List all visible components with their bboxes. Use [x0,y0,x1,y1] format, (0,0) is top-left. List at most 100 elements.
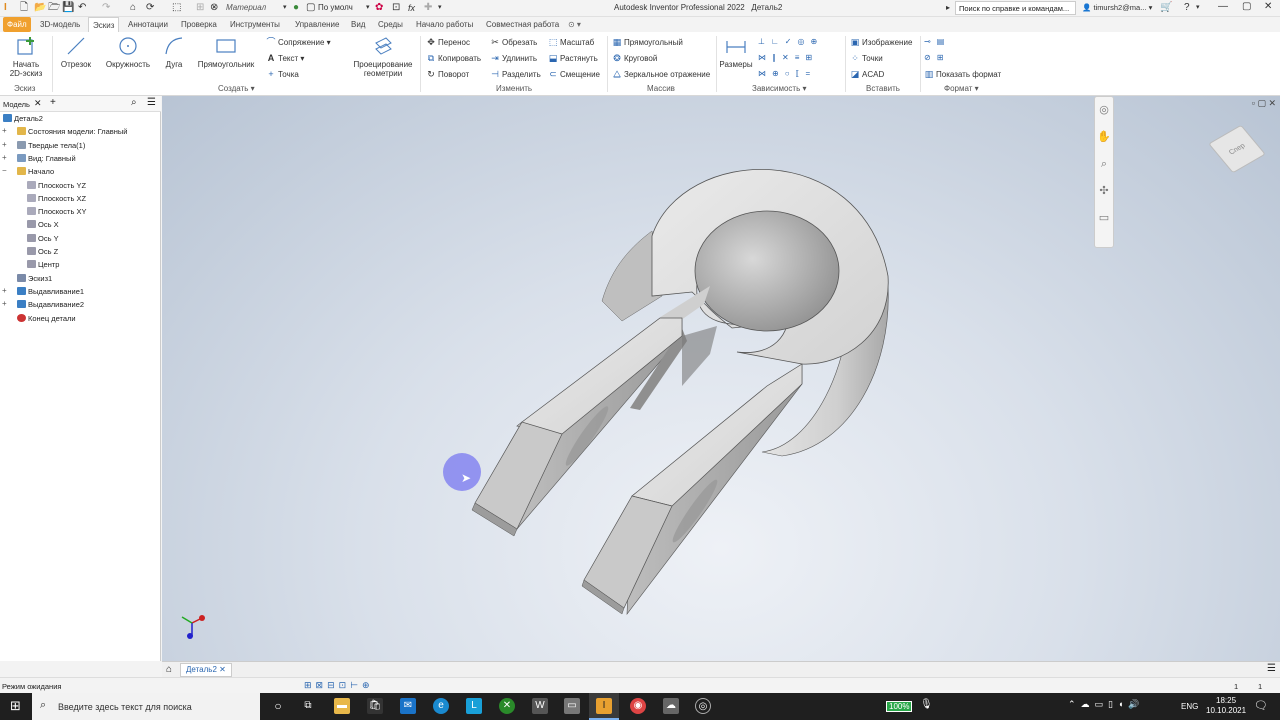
clock[interactable]: 18:25 10.10.2021 [1206,696,1246,716]
home-icon[interactable]: ⌂ [166,664,172,675]
minimize-icon[interactable]: — [1218,1,1228,12]
browser-item[interactable]: Плоскость YZ [27,180,86,191]
inventor-logo-icon[interactable]: I [4,2,7,14]
appearance-dropdown[interactable]: По умолч [318,3,353,12]
taskbar-search-box[interactable]: ⌕ Введите здесь текст для поиска [32,693,260,720]
expand-toggle-icon[interactable]: + [2,286,7,295]
redo-icon[interactable]: ↷ [102,2,110,14]
view-cube-face[interactable]: Спер [1208,124,1266,174]
browser-item[interactable]: Состояния модели: Главный [17,127,128,137]
browser-item[interactable]: Центр [27,260,59,270]
sketch-status-tools[interactable]: ⊞⊠⊟⊡⊢⊕ [304,680,374,691]
panel-label-format[interactable]: Формат ▾ [944,84,979,93]
rectangular-pattern-button[interactable]: ▦ Прямоугольный [612,37,683,48]
home-icon[interactable]: ⌂ [130,2,136,14]
browser-item[interactable]: Ось X [27,220,59,230]
open-file-icon[interactable]: 📂 [34,2,46,14]
chevron-down-icon[interactable]: ▾ [1196,2,1200,14]
tab-file[interactable]: Файл [3,17,31,32]
close-icon[interactable]: ✕ [34,98,42,109]
panel-label-create[interactable]: Создать ▾ [218,84,255,93]
ribbon-options-icon[interactable]: ⊙ ▾ [564,17,585,32]
mirror-button[interactable]: ⧋ Зеркальное отражение [612,69,710,80]
fillet-button[interactable]: ⌒ Сопряжение ▾ [266,37,330,48]
format-icons-row2[interactable]: ⊘⊞ [924,53,949,63]
tab-view[interactable]: Вид [347,17,369,32]
extend-button[interactable]: ⇥ Удлинить [490,53,537,64]
rotate-button[interactable]: ↻ Поворот [426,69,469,80]
expand-toggle-icon[interactable]: + [2,299,7,308]
browser-item[interactable]: Конец детали [17,313,76,324]
customize-icon[interactable]: ▾ [438,2,442,14]
steering-wheel-icon[interactable]: ◎ [1095,97,1113,124]
expand-toggle-icon[interactable]: + [2,140,7,149]
doc-tab-part2[interactable]: Деталь2 ✕ [180,663,232,677]
chevron-down-icon[interactable]: ▾ [366,2,370,14]
help-search-input[interactable]: Поиск по справке и командам... [955,1,1076,15]
microphone-icon[interactable]: 🎙 [920,699,933,710]
dimension-button[interactable]: Размеры [718,35,754,69]
browser-tab-model[interactable]: Модель [3,100,30,109]
obs-icon[interactable]: ◎ [695,698,711,714]
parameters-button[interactable]: fx [408,3,415,13]
offset-button[interactable]: ⊂ Смещение [548,69,600,80]
project-geometry-button[interactable]: Проецирование геометрии [350,35,416,78]
appearance-icon[interactable]: ● [293,2,299,14]
measure-icon[interactable]: ⊞ [196,2,204,14]
line-button[interactable]: Отрезок [56,35,96,69]
tab-inspect[interactable]: Проверка [177,17,221,32]
tab-annotate[interactable]: Аннотации [124,17,172,32]
browser-item[interactable]: Твердые тела(1) [17,140,85,151]
insert-points-button[interactable]: ⁘ Точки [850,53,882,64]
app-l-icon[interactable]: L [466,698,482,714]
browser-item[interactable]: Выдавливание1 [17,286,84,297]
search-icon[interactable]: ⌕ [131,97,137,108]
browser-item[interactable]: Ось Y [27,233,59,244]
open-folder-icon[interactable]: 🗁 [48,2,60,14]
language-indicator[interactable]: ENG [1181,702,1198,711]
insert-acad-button[interactable]: ◪ ACAD [850,69,885,80]
start-2d-sketch-button[interactable]: Начать 2D-эскиз [6,35,46,78]
tab-manage[interactable]: Управление [291,17,343,32]
edge-icon[interactable]: e [433,698,449,714]
browser-item[interactable]: Начало [17,167,54,177]
notifications-icon[interactable]: 🗨 [1254,699,1268,712]
stretch-button[interactable]: ⬓ Растянуть [548,53,598,64]
new-file-icon[interactable]: 🗋 [20,2,28,14]
inventor-taskbar-button[interactable]: I [589,693,619,720]
update-icon[interactable]: ⟳ [146,2,154,14]
split-button[interactable]: ⊣ Разделить [490,69,541,80]
tab-3d-model[interactable]: 3D-модель [36,17,84,32]
browser-item[interactable]: Вид: Главный [17,153,76,164]
cart-icon[interactable]: 🛒 [1160,2,1172,14]
browser-item[interactable]: Ось Z [27,247,58,257]
close-icon[interactable]: ✕ [219,665,226,674]
tab-get-started[interactable]: Начало работы [412,17,477,32]
battery-badge[interactable]: 100% [886,701,913,712]
format-icons-row1[interactable]: ⊸▤ [924,37,950,47]
constraint-icons-row1[interactable]: ⊥∟✓◎⊕ [758,37,823,47]
app-window-icon[interactable]: ▭ [564,698,580,714]
file-explorer-icon[interactable]: ▬ [334,698,350,714]
xbox-icon[interactable]: ✕ [499,698,515,714]
insert-image-button[interactable]: ▣ Изображение [850,37,913,48]
copy-button[interactable]: ⧉ Копировать [426,53,481,64]
tabs-menu-icon[interactable]: ☰ [1267,663,1276,674]
browser-item[interactable]: Выдавливание2 [17,300,84,310]
circle-button[interactable]: Окружность [102,35,154,69]
expand-toggle-icon[interactable]: − [2,166,7,175]
material-icon[interactable]: ⊗ [210,2,218,14]
show-format-button[interactable]: ▥ Показать формат [924,69,1001,80]
maximize-icon[interactable]: ▢ [1242,1,1251,12]
browser-item[interactable]: Плоскость XZ [27,193,86,204]
task-view-icon[interactable]: ⧉ [300,698,316,714]
word-icon[interactable]: W [532,698,548,714]
system-tray-icons[interactable]: ⌃☁▭▯◖🔊 [1068,699,1145,710]
material-dropdown[interactable]: Материал [226,3,266,12]
panel-label-constrain[interactable]: Зависимость ▾ [752,84,807,93]
browser-item[interactable]: Деталь2 [3,114,43,124]
browser-item[interactable]: Эскиз1 [17,273,52,284]
clear-icon[interactable]: ⊡ [392,2,400,14]
pan-icon[interactable]: ✋ [1095,124,1113,151]
tab-environments[interactable]: Среды [374,17,407,32]
